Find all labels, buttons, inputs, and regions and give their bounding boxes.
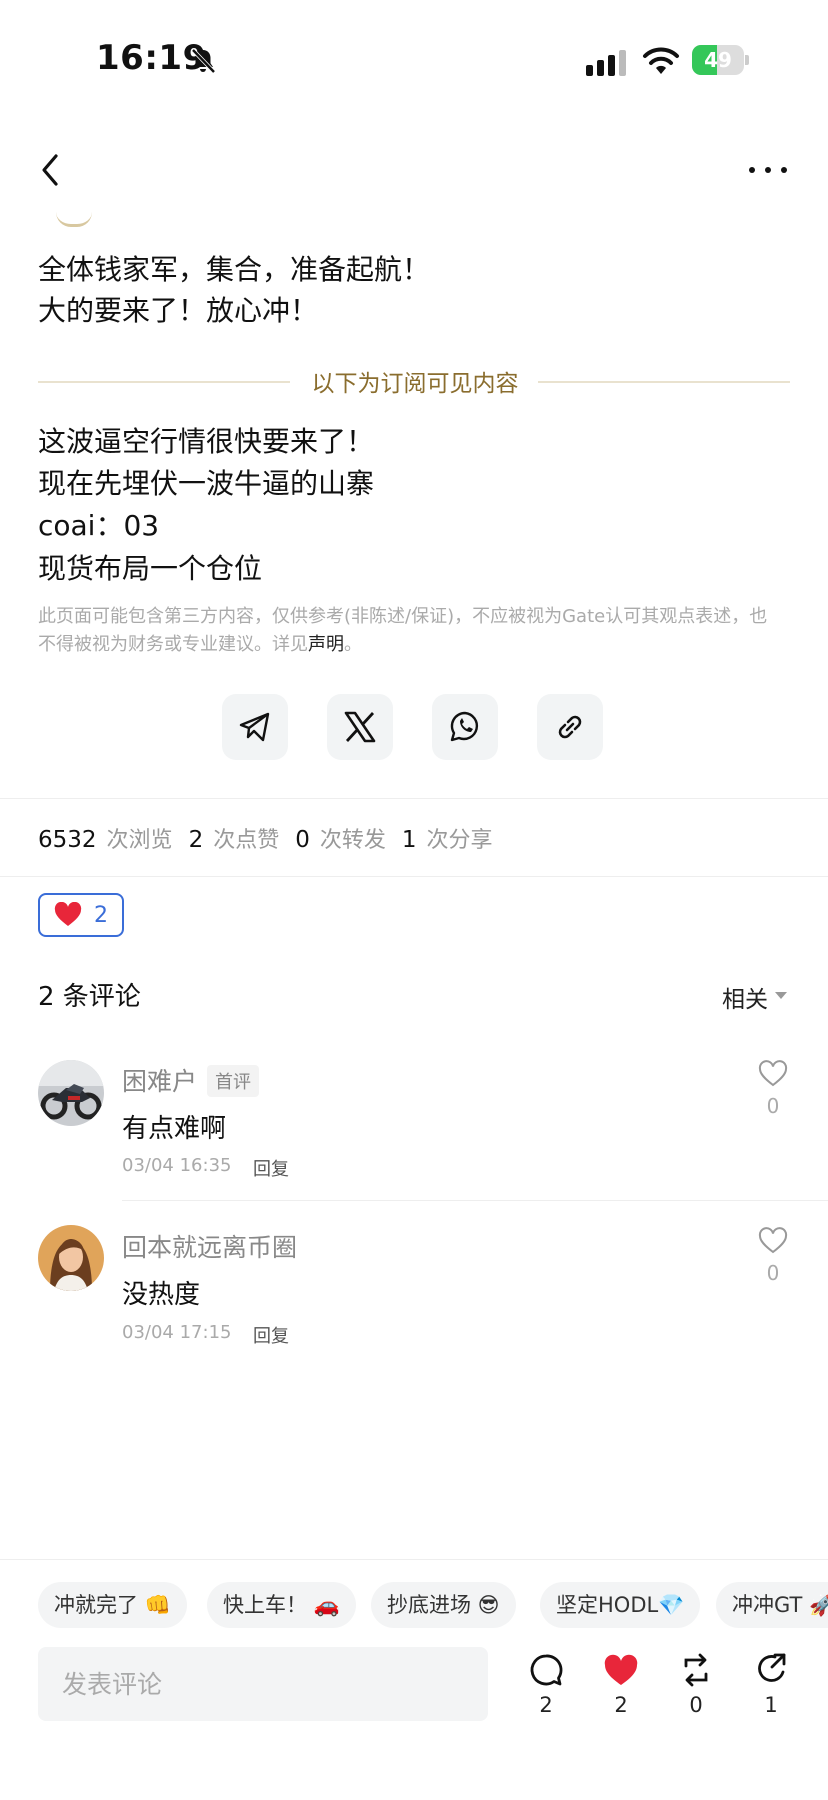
comment-text-1: 有点难啊 bbox=[122, 1114, 227, 1144]
like-count: 2 bbox=[614, 1693, 628, 1717]
comment-separator bbox=[122, 1200, 828, 1201]
views-count: 6532 bbox=[38, 827, 97, 853]
heart-reaction-chip[interactable]: 2 bbox=[38, 893, 124, 937]
quick-reply-chip[interactable]: 冲冲GT 🚀 bbox=[716, 1582, 828, 1628]
battery-indicator: 49 bbox=[692, 45, 750, 75]
caret-down-icon[interactable] bbox=[775, 992, 787, 999]
comment-text-2: 没热度 bbox=[122, 1280, 201, 1310]
likes-label: 次点赞 bbox=[213, 828, 280, 853]
more-options-icon[interactable] bbox=[746, 158, 790, 182]
reaction-count: 2 bbox=[94, 902, 108, 928]
share-arrow-icon[interactable] bbox=[753, 1652, 789, 1688]
x-icon bbox=[344, 711, 376, 743]
share-x-button[interactable] bbox=[327, 694, 393, 760]
disclaimer-end: 。 bbox=[344, 634, 362, 655]
post-line-2: 大的要来了！放心冲！ bbox=[38, 294, 319, 327]
first-comment-badge: 首评 bbox=[207, 1065, 259, 1097]
quick-reply-chip[interactable]: 快上车！ 🚗 bbox=[207, 1582, 356, 1628]
link-icon bbox=[558, 715, 582, 739]
section-separator bbox=[0, 798, 828, 799]
reposts-count: 0 bbox=[295, 827, 310, 853]
sub-line-3: coai：03 bbox=[38, 509, 160, 542]
copy-link-button[interactable] bbox=[537, 694, 603, 760]
disclaimer-text: 此页面可能包含第三方内容，仅供参考(非陈述/保证)，不应被视为Gate认可其观点… bbox=[38, 606, 768, 655]
signal-icon bbox=[586, 50, 626, 76]
reply-button-1[interactable]: 回复 bbox=[253, 1155, 289, 1181]
comment-like-icon-1[interactable] bbox=[758, 1060, 788, 1088]
bottom-bar-separator bbox=[0, 1559, 828, 1560]
reposts-label: 次转发 bbox=[319, 828, 386, 853]
sub-line-1: 这波逼空行情很快要来了！ bbox=[38, 425, 375, 458]
share-whatsapp-button[interactable] bbox=[432, 694, 498, 760]
reply-button-2[interactable]: 回复 bbox=[253, 1322, 289, 1348]
comment-like-icon-2[interactable] bbox=[758, 1227, 788, 1255]
repost-count: 0 bbox=[689, 1693, 703, 1717]
comments-title: 2 条评论 bbox=[38, 982, 141, 1012]
wifi-icon bbox=[643, 47, 679, 74]
comment-time-1: 03/04 16:35 bbox=[122, 1155, 232, 1176]
comment-sort-dropdown[interactable]: 相关 bbox=[722, 980, 768, 1014]
comment-like-count-1: 0 bbox=[766, 1094, 780, 1118]
share-telegram-button[interactable] bbox=[222, 694, 288, 760]
telegram-icon bbox=[239, 712, 270, 742]
battery-percent: 49 bbox=[704, 48, 732, 72]
comment-user-1[interactable]: 困难户 bbox=[122, 1062, 197, 1098]
comment-time-2: 03/04 17:15 bbox=[122, 1322, 232, 1343]
comment-avatar-motorcycle[interactable] bbox=[38, 1060, 104, 1126]
quick-reply-chip[interactable]: 冲就完了 👊 bbox=[38, 1582, 187, 1628]
disclaimer-link[interactable]: 声明 bbox=[308, 634, 344, 655]
disclaimer: 此页面可能包含第三方内容，仅供参考(非陈述/保证)，不应被视为Gate认可其观点… bbox=[38, 603, 778, 659]
shares-label: 次分享 bbox=[426, 828, 493, 853]
whatsapp-icon bbox=[450, 711, 479, 742]
comment-count: 2 bbox=[539, 1693, 553, 1717]
like-heart-icon[interactable] bbox=[603, 1652, 639, 1688]
repost-icon[interactable] bbox=[678, 1652, 714, 1688]
likes-count: 2 bbox=[188, 827, 204, 853]
sub-line-2: 现在先埋伏一波牛逼的山寨 bbox=[38, 467, 375, 500]
stats-separator bbox=[0, 876, 828, 877]
comment-user-2[interactable]: 回本就远离币圈 bbox=[122, 1228, 297, 1264]
shares-count: 1 bbox=[401, 827, 417, 853]
author-avatar-edge bbox=[56, 212, 92, 227]
share-count: 1 bbox=[764, 1693, 778, 1717]
sub-line-4: 现货布局一个仓位 bbox=[38, 552, 263, 585]
comment-input[interactable] bbox=[38, 1647, 488, 1721]
divider-left bbox=[38, 381, 290, 383]
bell-muted-icon bbox=[191, 48, 216, 74]
views-label: 次浏览 bbox=[106, 828, 173, 853]
post-line-1: 全体钱家军，集合，准备起航！ bbox=[38, 253, 431, 286]
quick-reply-chip[interactable]: 坚定HODL💎 bbox=[540, 1582, 701, 1628]
post-stats: 6532 次浏览 2 次点赞 0 次转发 1 次分享 bbox=[38, 822, 509, 854]
quick-reply-chip[interactable]: 抄底进场 😎 bbox=[371, 1582, 516, 1628]
divider-right bbox=[538, 381, 790, 383]
comment-like-count-2: 0 bbox=[766, 1261, 780, 1285]
comment-avatar-woman[interactable] bbox=[38, 1225, 104, 1291]
subscriber-divider-label: 以下为订阅可见内容 bbox=[311, 371, 519, 397]
back-arrow-icon[interactable] bbox=[36, 150, 66, 190]
comment-bubble-icon[interactable] bbox=[528, 1652, 564, 1688]
heart-icon bbox=[54, 902, 82, 926]
